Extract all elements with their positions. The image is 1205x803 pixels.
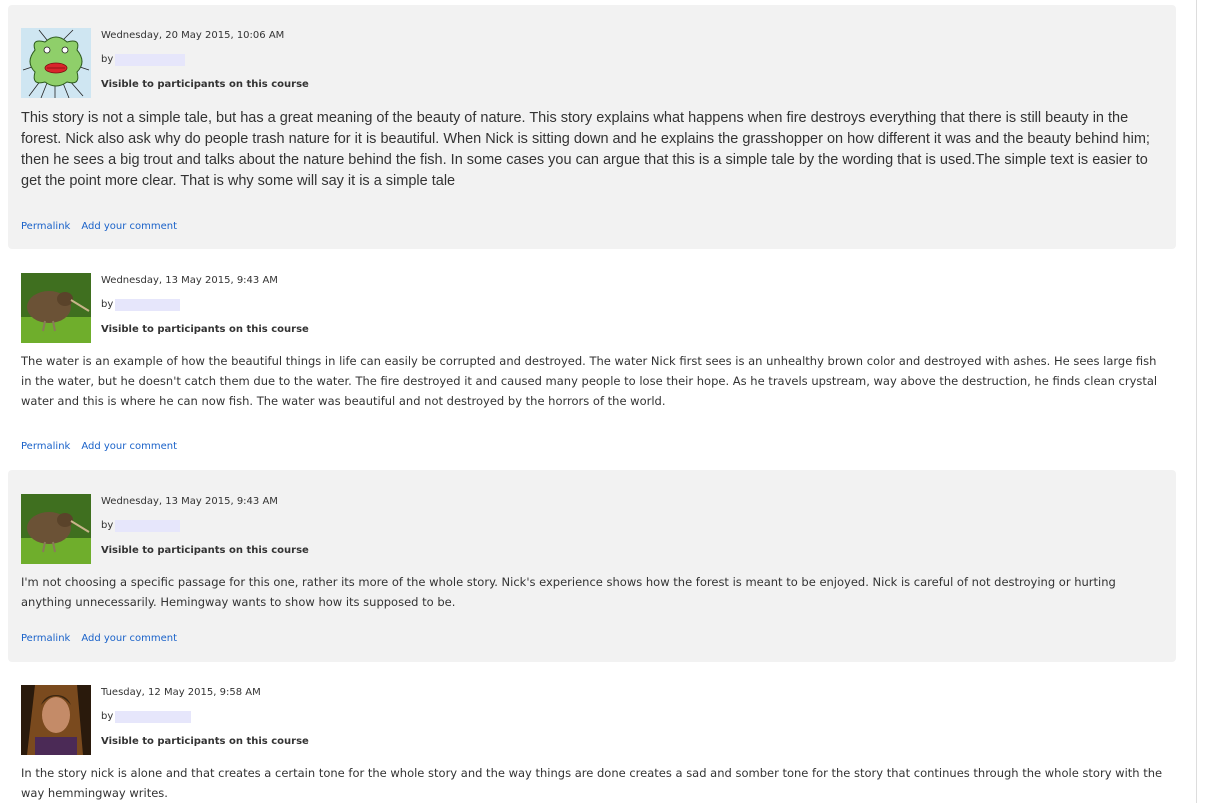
entry-content: The water is an example of how the beaut… <box>21 354 1158 408</box>
visibility-label: Visible to participants on this course <box>101 79 309 90</box>
entry-author: by <box>101 299 181 311</box>
permalink-link[interactable]: Permalink <box>21 633 70 644</box>
entry-content: In the story nick is alone and that crea… <box>21 766 1163 800</box>
entry-author: by <box>101 54 186 66</box>
bug-cartoon-avatar[interactable] <box>21 28 91 98</box>
add-comment-link[interactable]: Add your comment <box>81 221 177 232</box>
add-comment-link[interactable]: Add your comment <box>81 633 177 644</box>
blog-entry-feed: Wednesday, 20 May 2015, 10:06 AM by Visi… <box>8 5 1176 802</box>
visibility-label: Visible to participants on this course <box>101 324 309 335</box>
redacted-author-name <box>115 299 181 311</box>
blog-entry: Tuesday, 12 May 2015, 9:58 AM by Visible… <box>8 662 1176 802</box>
entry-date: Wednesday, 13 May 2015, 9:43 AM <box>101 496 278 507</box>
entry-author: by <box>101 711 192 723</box>
entry-links: Permalink Add your comment <box>21 633 177 645</box>
permalink-link[interactable]: Permalink <box>21 441 70 452</box>
redacted-author-name <box>115 711 192 723</box>
entry-links: Permalink Add your comment <box>21 441 177 453</box>
blog-entry: Wednesday, 20 May 2015, 10:06 AM by Visi… <box>8 5 1176 249</box>
entry-author: by <box>101 520 181 532</box>
blog-entry: Wednesday, 13 May 2015, 9:43 AM by Visib… <box>8 249 1176 470</box>
kiwi-bird-avatar[interactable] <box>21 273 91 343</box>
person-photo-avatar[interactable] <box>21 685 91 755</box>
add-comment-link[interactable]: Add your comment <box>81 441 177 452</box>
visibility-label: Visible to participants on this course <box>101 736 309 747</box>
entry-links: Permalink Add your comment <box>21 221 177 233</box>
redacted-author-name <box>115 520 181 532</box>
entry-date: Tuesday, 12 May 2015, 9:58 AM <box>101 687 261 698</box>
blog-entry: Wednesday, 13 May 2015, 9:43 AM by Visib… <box>8 470 1176 662</box>
entry-content: This story is not a simple tale, but has… <box>21 110 1150 189</box>
visibility-label: Visible to participants on this course <box>101 545 309 556</box>
entry-date: Wednesday, 13 May 2015, 9:43 AM <box>101 275 278 286</box>
entry-date: Wednesday, 20 May 2015, 10:06 AM <box>101 30 285 41</box>
scrollbar-divider <box>1196 0 1197 803</box>
kiwi-bird-avatar[interactable] <box>21 494 91 564</box>
entry-content: I'm not choosing a specific passage for … <box>21 575 1116 609</box>
redacted-author-name <box>115 54 186 66</box>
permalink-link[interactable]: Permalink <box>21 221 70 232</box>
